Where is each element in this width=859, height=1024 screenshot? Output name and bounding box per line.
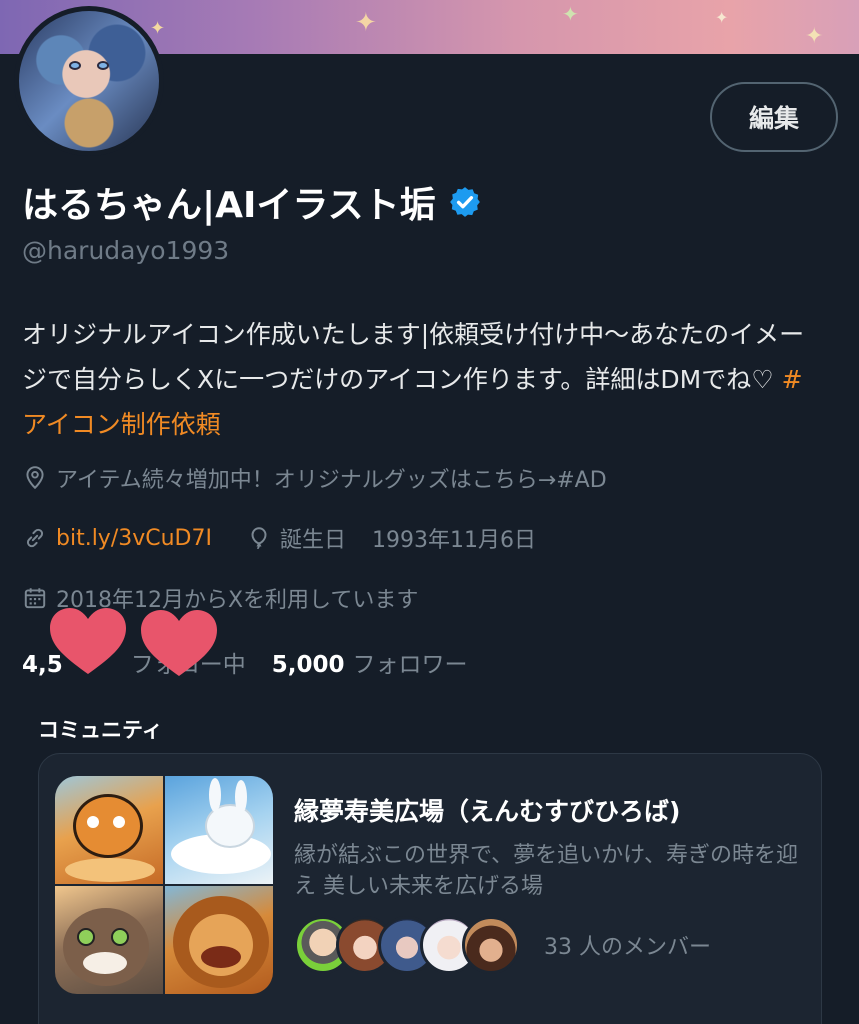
location-row: アイテム続々増加中！オリジナルグッズはこちら→#AD — [22, 462, 607, 494]
community-section-heading: コミュニティ — [38, 718, 163, 742]
community-name[interactable]: 縁夢寿美広場（えんむすびひろば) — [294, 792, 680, 828]
edit-profile-button[interactable]: 編集 — [710, 82, 838, 152]
display-name-text: はるちゃん|AIイラスト垢 — [22, 185, 436, 226]
cat-illustration — [55, 886, 163, 994]
sparkle-decoration: ✦ — [715, 8, 729, 27]
bio-text: オリジナルアイコン作成いたします|依頼受け付け中〜あなたのイメージで自分らしくX… — [22, 320, 805, 394]
member-avatar — [462, 916, 520, 974]
member-count: 33 人のメンバー — [544, 935, 711, 960]
tiger-illustration — [55, 776, 163, 884]
profile-bio: オリジナルアイコン作成いたします|依頼受け付け中〜あなたのイメージで自分らしくX… — [22, 312, 822, 447]
heart-sticker-icon — [141, 610, 217, 676]
verified-badge-icon[interactable] — [448, 185, 482, 219]
lion-illustration — [165, 886, 273, 994]
location-text: アイテム続々増加中！オリジナルグッズはこちら→#AD — [56, 468, 607, 493]
profile-avatar[interactable] — [14, 6, 164, 156]
user-handle: @harudayo1993 — [22, 236, 230, 265]
birthday-date: 1993年11月6日 — [372, 528, 536, 553]
calendar-icon — [24, 588, 46, 609]
followers-label: フォロワー — [352, 652, 468, 678]
community-description: 縁が結ぶこの世界で、夢を追いかけ、寿ぎの時を迎え 美しい未来を広げる場 — [294, 843, 799, 899]
sparkle-decoration: ✦ — [805, 24, 824, 49]
community-members[interactable]: 33 人のメンバー — [294, 916, 711, 974]
display-name: はるちゃん|AIイラスト垢 — [22, 176, 482, 228]
balloon-icon — [251, 527, 267, 549]
birthday-label: 誕生日 — [280, 528, 347, 553]
profile-website-link[interactable]: bit.ly/3vCuD7I — [56, 526, 212, 551]
edit-profile-label: 編集 — [748, 104, 799, 133]
sparkle-decoration: ✦ — [150, 18, 166, 39]
avatar-face — [67, 61, 115, 87]
followers-link[interactable]: 5,000 フォロワー — [272, 645, 468, 679]
rabbit-illustration — [165, 776, 273, 884]
sparkle-decoration: ✦ — [562, 2, 579, 26]
followers-count: 5,000 — [271, 652, 345, 678]
community-thumbnail — [55, 776, 273, 994]
community-card[interactable]: 縁夢寿美広場（えんむすびひろば) 縁が結ぶこの世界で、夢を追いかけ、寿ぎの時を迎… — [38, 753, 822, 1024]
heart-sticker-icon — [50, 608, 126, 674]
link-icon — [26, 528, 44, 548]
location-pin-icon — [26, 466, 44, 490]
sparkle-decoration: ✦ — [355, 8, 377, 38]
link-birthday-row: bit.ly/3vCuD7I 誕生日 1993年11月6日 — [22, 522, 536, 554]
